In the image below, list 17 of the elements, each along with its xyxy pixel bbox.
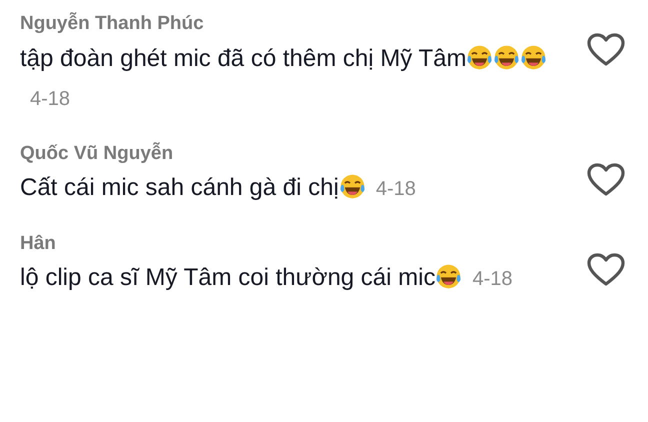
- comment-text: Cất cái mic sah cánh gà đi chị: [20, 174, 339, 202]
- comment-text: lộ clip ca sĩ Mỹ Tâm coi thường cái mic: [20, 264, 436, 292]
- like-heart-icon[interactable]: [586, 32, 626, 68]
- comment-date: 4-18: [376, 178, 416, 200]
- laughing-emoji-icon: [435, 263, 462, 290]
- comment-author[interactable]: Quốc Vũ Nguyễn: [20, 140, 586, 168]
- comment-date: 4-18: [30, 88, 70, 110]
- laughing-emoji-icon: [520, 44, 548, 70]
- laughing-emoji-icon: [493, 44, 520, 70]
- comment-author[interactable]: Nguyễn Thanh Phúc: [20, 10, 586, 38]
- like-heart-icon[interactable]: [586, 162, 626, 198]
- laughing-emoji-icon: [466, 44, 494, 70]
- comment-date: 4-18: [472, 268, 513, 290]
- comment-text: tập đoàn ghét mic đã có thêm chị Mỹ Tâm: [20, 44, 466, 72]
- laughing-emoji-icon: [338, 173, 366, 200]
- like-heart-icon[interactable]: [586, 252, 626, 288]
- comment-author[interactable]: Hân: [20, 230, 586, 258]
